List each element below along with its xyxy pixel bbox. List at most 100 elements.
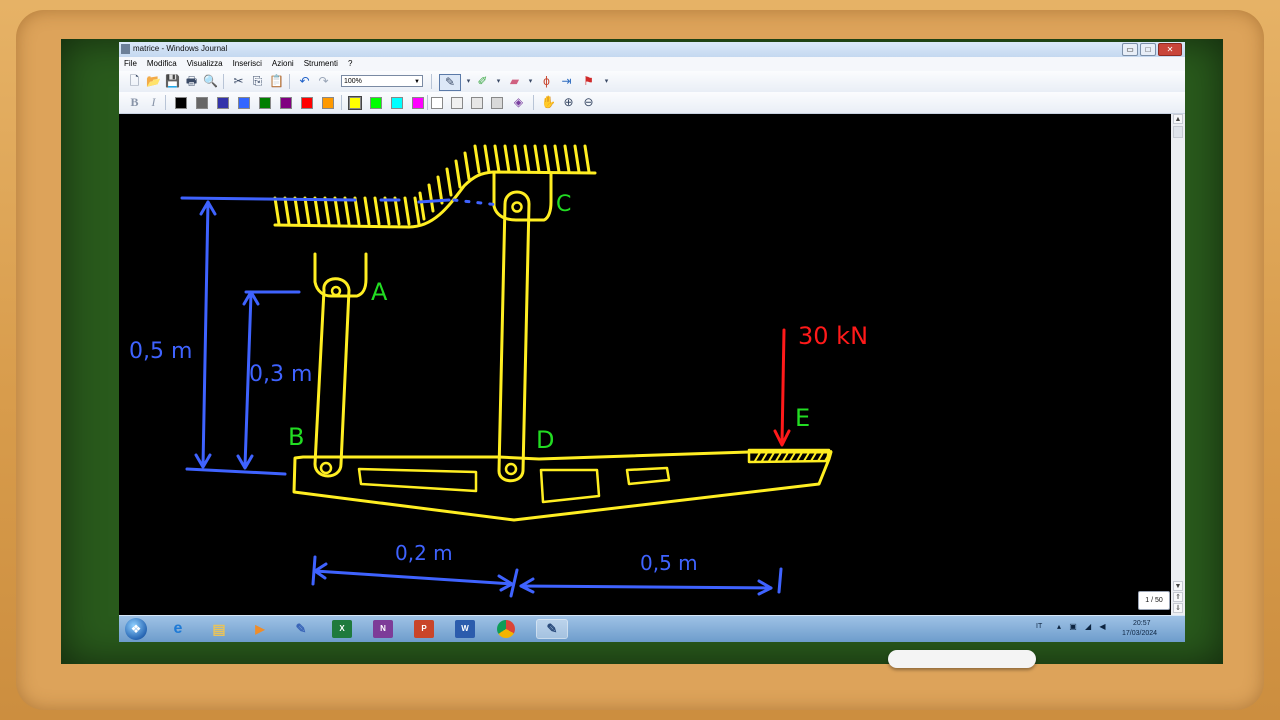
toolbar-separator (427, 95, 428, 110)
hatch-stroke (293, 196, 301, 226)
hatch-stroke (373, 196, 381, 226)
previous-page-icon[interactable]: ⇑ (1173, 592, 1183, 602)
windows-journal-icon[interactable]: ✎ (537, 620, 567, 638)
pen-color-swatch[interactable] (196, 97, 208, 109)
undo-icon[interactable]: ↶ (297, 74, 312, 89)
pen-dropdown-icon[interactable]: ▾ (461, 74, 476, 89)
pen-color-swatch[interactable] (259, 97, 271, 109)
menu-file[interactable]: File (119, 57, 142, 71)
chrome-icon[interactable] (497, 620, 515, 638)
beam-slot-2 (539, 468, 601, 504)
toolbar-separator (431, 74, 432, 89)
redo-icon[interactable]: ↷ (316, 74, 331, 89)
eraser-dropdown-icon[interactable]: ▾ (523, 74, 538, 89)
highlighter-icon[interactable]: ✐ (475, 74, 490, 89)
internet-explorer-icon[interactable]: e (168, 620, 188, 638)
custom-color-swatch[interactable] (431, 97, 443, 109)
eraser-icon[interactable]: ▰ (507, 74, 522, 89)
title-bar: matrice - Windows Journal ▭ □ ✕ (119, 42, 1185, 57)
zoom-in-icon[interactable]: ⊕ (561, 95, 576, 110)
zoom-select[interactable]: 100% ▼ (341, 75, 423, 87)
close-button[interactable]: ✕ (1158, 43, 1182, 56)
toolbar-separator (165, 95, 166, 110)
pen-icon[interactable]: ✎ (439, 74, 461, 91)
custom-color-swatch[interactable] (451, 97, 463, 109)
pen-color-swatch[interactable] (322, 97, 334, 109)
label-b: B (288, 423, 304, 451)
fixed-support-hatching (273, 144, 591, 226)
windows-start-icon[interactable]: ❖ (125, 618, 147, 640)
hatch-stroke (553, 144, 561, 174)
hatch-stroke (513, 144, 521, 174)
tray-icons[interactable]: ▴ ▣ ◢ ◀ (1057, 622, 1109, 631)
new-note-icon[interactable]: 🗋 (127, 74, 142, 89)
highlighter-color-swatch[interactable] (391, 97, 403, 109)
menu-bar: File Modifica Visualizza Inserisci Azion… (119, 57, 1185, 71)
system-tray: IT ▴ ▣ ◢ ◀ 20:57 17/03/2024 (1029, 620, 1179, 640)
note-canvas[interactable]: A B C D E 30 kN 0,5 m 0,3 m 0,2 m 0,5 m … (119, 114, 1171, 615)
save-icon[interactable]: 💾 (165, 74, 180, 89)
onenote-icon[interactable]: N (373, 620, 393, 638)
vertical-scrollbar[interactable]: ▲ ▼ ⇑ ⇓ (1171, 114, 1185, 615)
clock-date[interactable]: 17/03/2024 (1122, 630, 1157, 637)
menu-azioni[interactable]: Azioni (267, 57, 299, 71)
cut-icon[interactable]: ✂ (231, 74, 246, 89)
highlighter-dropdown-icon[interactable]: ▾ (491, 74, 506, 89)
print-icon[interactable]: 🖶 (184, 74, 199, 89)
open-icon[interactable]: 📂 (146, 74, 161, 89)
scroll-down-icon[interactable]: ▼ (1173, 581, 1183, 591)
pin-d (504, 462, 518, 476)
excel-icon[interactable]: X (332, 620, 352, 638)
menu-visualizza[interactable]: Visualizza (182, 57, 228, 71)
menu-help[interactable]: ? (343, 57, 357, 71)
pen-color-swatch[interactable] (280, 97, 292, 109)
menu-modifica[interactable]: Modifica (142, 57, 182, 71)
highlighter-color-swatch[interactable] (370, 97, 382, 109)
hatch-stroke (454, 159, 462, 189)
load-label: 30 kN (798, 322, 868, 350)
custom-color-swatch[interactable] (491, 97, 503, 109)
language-indicator[interactable]: IT (1036, 623, 1042, 630)
powerpoint-icon[interactable]: P (414, 620, 434, 638)
minimize-button[interactable]: ▭ (1122, 43, 1138, 56)
highlighter-color-swatch[interactable] (348, 96, 362, 110)
chevron-down-icon: ▼ (414, 79, 420, 85)
italic-button[interactable]: I (146, 95, 161, 110)
file-explorer-icon[interactable]: ▤ (209, 620, 229, 638)
window-title: matrice - Windows Journal (133, 44, 228, 53)
highlighter-color-swatch[interactable] (412, 97, 424, 109)
label-d: D (536, 426, 554, 454)
dimension-bd-label: 0,2 m (395, 541, 453, 565)
lasso-icon[interactable]: ϕ (539, 74, 554, 89)
maximize-button[interactable]: □ (1140, 43, 1156, 56)
media-player-icon[interactable]: ▶ (250, 620, 270, 638)
pan-hand-icon[interactable]: ✋ (541, 95, 556, 110)
word-icon[interactable]: W (455, 620, 475, 638)
hatch-stroke (418, 191, 426, 221)
clock-time[interactable]: 20:57 (1133, 620, 1151, 627)
find-icon[interactable]: 🔍 (203, 74, 218, 89)
copy-icon[interactable]: ⎘ (250, 74, 265, 89)
scroll-thumb[interactable] (1173, 126, 1183, 138)
zoom-out-icon[interactable]: ⊖ (581, 95, 596, 110)
dimension-bd-line (313, 569, 514, 586)
pen-color-swatch[interactable] (175, 97, 187, 109)
dimension-de-label: 0,5 m (640, 551, 698, 575)
menu-inserisci[interactable]: Inserisci (228, 57, 267, 71)
custom-color-swatch[interactable] (471, 97, 483, 109)
scroll-up-icon[interactable]: ▲ (1173, 114, 1183, 124)
paint-icon[interactable]: ✎ (291, 620, 311, 638)
color-picker-icon[interactable]: ◈ (511, 95, 526, 110)
bold-button[interactable]: B (127, 95, 142, 110)
hatch-stroke (427, 183, 435, 213)
paste-icon[interactable]: 📋 (269, 74, 284, 89)
insert-space-icon[interactable]: ⇥ (559, 74, 574, 89)
pen-color-swatch[interactable] (301, 97, 313, 109)
pen-color-swatch[interactable] (217, 97, 229, 109)
menu-strumenti[interactable]: Strumenti (299, 57, 343, 71)
next-page-icon[interactable]: ⇓ (1173, 603, 1183, 613)
flag-icon[interactable]: ⚑ (581, 74, 596, 89)
hatch-stroke (543, 144, 551, 174)
pen-color-swatch[interactable] (238, 97, 250, 109)
flag-dropdown-icon[interactable]: ▾ (599, 74, 614, 89)
